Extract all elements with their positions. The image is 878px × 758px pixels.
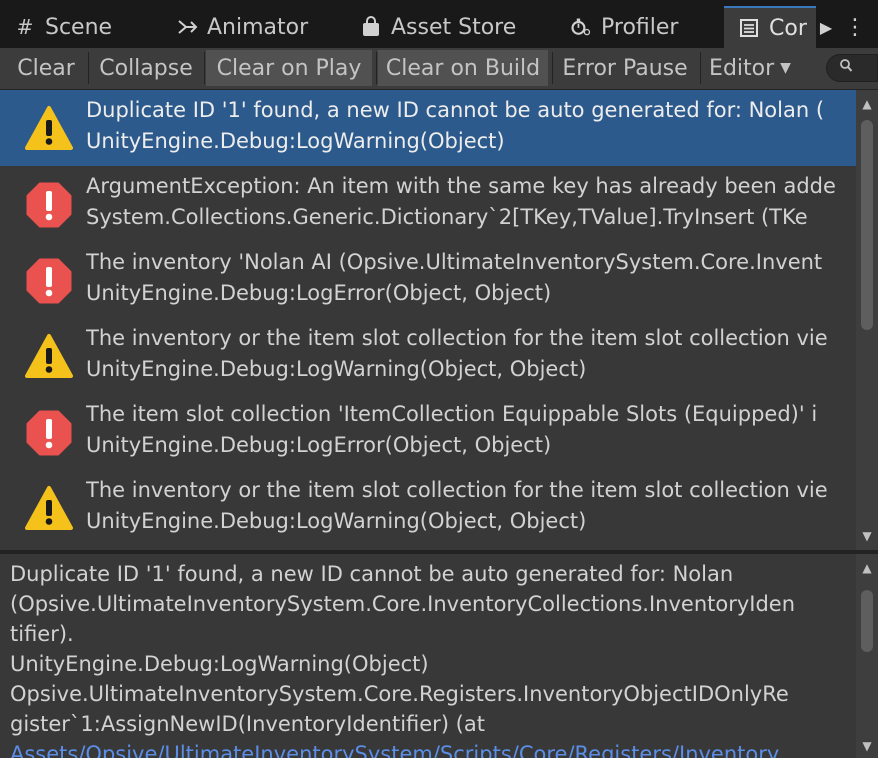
scroll-up-icon[interactable]: ▲ [856, 94, 878, 114]
log-list: Duplicate ID '1' found, a new ID cannot … [0, 90, 856, 550]
log-list-scrollbar[interactable]: ▲ ▼ [856, 90, 878, 550]
log-stacktrace: UnityEngine.Debug:LogError(Object, Objec… [86, 281, 552, 305]
tab-profiler[interactable]: Profiler [570, 6, 720, 48]
store-bag-icon [360, 16, 382, 38]
tab-label: Profiler [601, 14, 679, 40]
profiler-icon [570, 16, 592, 38]
log-entry[interactable]: The inventory or the item slot collectio… [0, 318, 856, 394]
clear-on-build-toggle[interactable]: Clear on Build [378, 50, 548, 86]
detail-line: UnityEngine.Debug:LogWarning(Object) [10, 652, 429, 676]
tab-scene[interactable]: # Scene [14, 6, 164, 48]
toolbar-divider [88, 52, 89, 84]
log-message: ArgumentException: An item with the same… [86, 174, 836, 198]
tab-scroll-right-icon[interactable]: ▶ [816, 6, 836, 48]
tab-animator[interactable]: Animator [176, 6, 336, 48]
warning-icon [24, 332, 74, 382]
log-message: The item slot collection 'ItemCollection… [86, 402, 818, 426]
console-icon [738, 17, 760, 39]
scroll-up-icon[interactable]: ▲ [856, 558, 878, 578]
log-message: Duplicate ID '1' found, a new ID cannot … [86, 98, 825, 122]
log-message: The inventory or the item slot collectio… [86, 478, 828, 502]
detail-line: tifier). [10, 622, 74, 646]
toolbar-divider [552, 52, 553, 84]
detail-line: gister`1:AssignNewID(InventoryIdentifier… [10, 712, 485, 736]
chevron-down-icon: ▼ [780, 60, 791, 76]
tab-label: Scene [45, 14, 113, 40]
log-details: Duplicate ID '1' found, a new ID cannot … [0, 554, 856, 758]
tab-console[interactable]: Cor [724, 6, 816, 48]
detail-line: Opsive.UltimateInventorySystem.Core.Regi… [10, 682, 789, 706]
detail-line: Duplicate ID '1' found, a new ID cannot … [10, 562, 734, 586]
scrollbar-thumb[interactable] [861, 120, 873, 330]
hash-icon: # [16, 15, 34, 39]
editor-dropdown[interactable]: Editor ▼ [702, 50, 798, 86]
search-icon [839, 58, 853, 78]
log-entry[interactable]: The inventory 'Nolan AI (Opsive.Ultimate… [0, 242, 856, 318]
log-stacktrace: UnityEngine.Debug:LogWarning(Object, Obj… [86, 509, 587, 533]
log-message: The inventory or the item slot collectio… [86, 326, 828, 350]
error-pause-toggle[interactable]: Error Pause [554, 50, 696, 86]
warning-icon [24, 104, 74, 154]
tab-asset-store[interactable]: Asset Store [360, 6, 540, 48]
log-entry[interactable]: ArgumentException: An item with the same… [0, 166, 856, 242]
error-icon [24, 408, 74, 458]
error-icon [24, 180, 74, 230]
scroll-down-icon[interactable]: ▼ [856, 526, 878, 546]
stacktrace-link[interactable]: Assets/Opsive/UltimateInventorySystem/Sc… [10, 742, 850, 758]
log-entry[interactable]: The inventory or the item slot collectio… [0, 470, 856, 546]
warning-icon [24, 484, 74, 534]
toolbar-divider [700, 52, 701, 84]
console-window: # Scene Animator Asset Store Profiler Co… [0, 0, 878, 758]
log-entry[interactable]: The item slot collection 'ItemCollection… [0, 394, 856, 470]
clear-button[interactable]: Clear [8, 50, 84, 86]
animator-icon [176, 16, 198, 38]
scroll-down-icon[interactable]: ▼ [856, 736, 878, 756]
log-entry[interactable]: Duplicate ID '1' found, a new ID cannot … [0, 90, 856, 166]
editor-dropdown-label: Editor [709, 55, 775, 81]
details-scrollbar[interactable]: ▲ ▼ [856, 554, 878, 758]
log-stacktrace: UnityEngine.Debug:LogError(Object, Objec… [86, 433, 552, 457]
clear-on-play-toggle[interactable]: Clear on Play [206, 50, 372, 86]
log-stacktrace: UnityEngine.Debug:LogWarning(Object, Obj… [86, 357, 587, 381]
log-message: The inventory 'Nolan AI (Opsive.Ultimate… [86, 250, 823, 274]
collapse-toggle[interactable]: Collapse [92, 50, 200, 86]
error-icon [24, 256, 74, 306]
toolbar-divider [204, 52, 205, 84]
log-stacktrace: System.Collections.Generic.Dictionary`2[… [86, 205, 808, 229]
tab-label: Cor [769, 15, 807, 41]
detail-line: (Opsive.UltimateInventorySystem.Core.Inv… [10, 592, 796, 616]
log-stacktrace: UnityEngine.Debug:LogWarning(Object) [86, 129, 505, 153]
tab-bar: # Scene Animator Asset Store Profiler Co… [0, 0, 878, 48]
toolbar-divider [376, 52, 377, 84]
tab-label: Asset Store [391, 14, 517, 40]
scrollbar-thumb[interactable] [861, 590, 873, 652]
search-input[interactable] [826, 54, 878, 82]
tab-label: Animator [207, 14, 309, 40]
more-options-icon[interactable]: ⋮ [843, 6, 867, 48]
console-toolbar: Clear Collapse Clear on Play Clear on Bu… [0, 48, 878, 90]
